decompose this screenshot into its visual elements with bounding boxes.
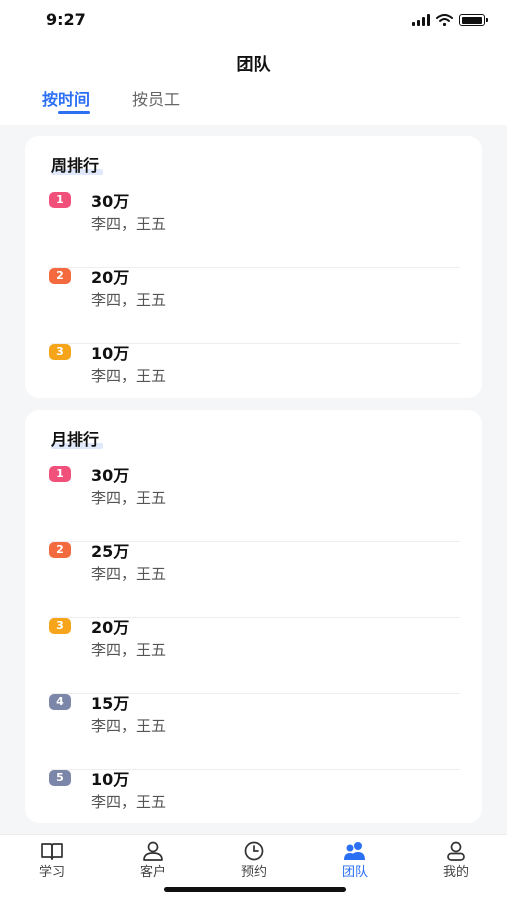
- status-bar: 9:27: [0, 10, 507, 32]
- monthly-ranking-card: 月排行 1 30万 李四，王五 2 25万 李四，王五 3 20万 李四，王五 …: [25, 410, 482, 823]
- team-icon: [344, 842, 365, 860]
- tabbar-mine-label: 我的: [442, 865, 469, 880]
- tabbar-study[interactable]: 学习: [12, 835, 92, 880]
- ranking-amount: 20万: [91, 268, 130, 287]
- ranking-names: 李四，王五: [91, 367, 167, 385]
- tabbar-appointment[interactable]: 预约: [214, 835, 294, 880]
- ranking-amount: 15万: [91, 694, 130, 713]
- tabbar-appointment-label: 预约: [240, 865, 267, 880]
- ranking-names: 李四，王五: [91, 215, 167, 233]
- tabbar-customer[interactable]: 客户: [113, 835, 193, 880]
- ranking-row[interactable]: 4 15万 李四，王五: [25, 694, 482, 770]
- segment-tabs: 按时间 按员工: [42, 86, 180, 114]
- weekly-ranking-title: 周排行: [51, 152, 104, 176]
- ranking-names: 李四，王五: [91, 291, 167, 309]
- tabbar-team-label: 团队: [341, 865, 368, 880]
- profile-icon: [447, 841, 465, 861]
- status-icons: [412, 14, 488, 26]
- monthly-ranking-title: 月排行: [51, 426, 104, 450]
- ranking-row[interactable]: 3 20万 李四，王五: [25, 618, 482, 694]
- tab-by-employee[interactable]: 按员工: [132, 86, 180, 110]
- ranking-row[interactable]: 2 25万 李四，王五: [25, 542, 482, 618]
- ranking-amount: 10万: [91, 344, 130, 363]
- user-icon: [143, 841, 163, 861]
- active-tab-indicator: [58, 111, 90, 114]
- ranking-row[interactable]: 5 10万 李四，王五: [25, 770, 482, 820]
- ranking-names: 李四，王五: [91, 641, 167, 659]
- rank-badge: 4: [49, 694, 71, 710]
- ranking-row[interactable]: 2 20万 李四，王五: [25, 268, 482, 344]
- ranking-amount: 30万: [91, 466, 130, 485]
- tabbar-study-label: 学习: [38, 865, 65, 880]
- weekly-ranking-card: 周排行 1 30万 李四，王五 2 20万 李四，王五 3 10万 李四，王五: [25, 136, 482, 398]
- rank-badge: 1: [49, 466, 71, 482]
- ranking-amount: 10万: [91, 770, 130, 789]
- tabbar-team[interactable]: 团队: [315, 835, 395, 880]
- rank-badge: 3: [49, 344, 71, 360]
- tabbar-customer-label: 客户: [139, 865, 166, 880]
- status-time: 9:27: [46, 10, 86, 29]
- signal-icon: [412, 14, 430, 26]
- wifi-icon: [436, 14, 453, 26]
- ranking-amount: 25万: [91, 542, 130, 561]
- battery-icon: [459, 14, 488, 26]
- book-icon: [41, 843, 63, 860]
- clock-icon: [244, 841, 264, 861]
- tab-by-time-label: 按时间: [42, 90, 91, 109]
- ranking-names: 李四，王五: [91, 793, 167, 811]
- ranking-row[interactable]: 1 30万 李四，王五: [25, 466, 482, 542]
- rank-badge: 5: [49, 770, 71, 786]
- rank-badge: 1: [49, 192, 71, 208]
- ranking-amount: 30万: [91, 192, 130, 211]
- home-indicator: [164, 887, 346, 892]
- ranking-names: 李四，王五: [91, 489, 167, 507]
- rank-badge: 3: [49, 618, 71, 634]
- tabbar-mine[interactable]: 我的: [416, 835, 496, 880]
- ranking-names: 李四，王五: [91, 717, 167, 735]
- tab-by-employee-label: 按员工: [132, 90, 181, 109]
- page-title: 团队: [236, 55, 271, 75]
- rank-badge: 2: [49, 542, 71, 558]
- rank-badge: 2: [49, 268, 71, 284]
- tab-by-time[interactable]: 按时间: [42, 86, 91, 114]
- ranking-row[interactable]: 3 10万 李四，王五: [25, 344, 482, 394]
- ranking-names: 李四，王五: [91, 565, 167, 583]
- ranking-row[interactable]: 1 30万 李四，王五: [25, 192, 482, 268]
- ranking-amount: 20万: [91, 618, 130, 637]
